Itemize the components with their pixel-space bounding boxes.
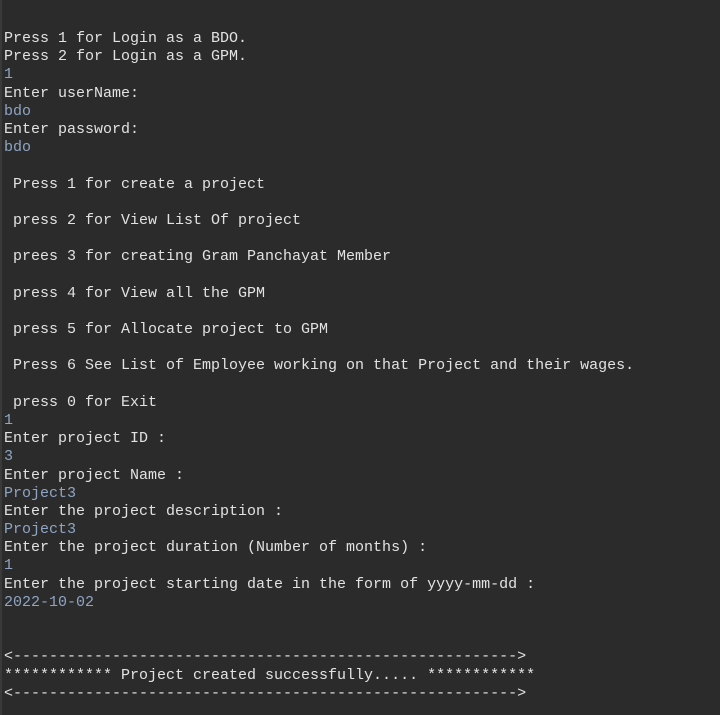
console-output-line: Enter the project duration (Number of mo… bbox=[4, 539, 428, 557]
console-output-line: press 2 for View List Of project bbox=[4, 211, 302, 229]
console-input-line: bdo bbox=[4, 102, 32, 120]
console-output-line: press 0 for Exit bbox=[4, 393, 158, 411]
console-output-line: press 5 for Allocate project to GPM bbox=[4, 321, 329, 338]
console-output-line: press 4 for View all the GPM bbox=[4, 284, 266, 302]
console-input-line: bdo bbox=[4, 139, 32, 157]
console-output-line: Enter project Name : bbox=[4, 466, 185, 484]
console-output-line: Enter password: bbox=[4, 120, 140, 138]
console-output-line: Press 6 See List of Employee working on … bbox=[4, 357, 635, 375]
console-output-line: Enter project ID : bbox=[4, 430, 167, 448]
console-output-line: Enter userName: bbox=[4, 84, 140, 102]
console-output-line: <---------------------------------------… bbox=[4, 684, 527, 702]
console-output-line: Enter the project starting date in the f… bbox=[4, 575, 536, 593]
console-output-line: Press 1 for Login as a BDO. bbox=[4, 30, 248, 47]
console-output-line: Enter the project description : bbox=[4, 502, 284, 520]
console-input-line: Project3 bbox=[4, 484, 77, 502]
console-input-line: 2022-10-02 bbox=[4, 593, 95, 611]
console-output-line: Press 2 for Login as a GPM. bbox=[4, 48, 248, 66]
console-output-line: prees 3 for creating Gram Panchayat Memb… bbox=[4, 248, 392, 266]
console-output-line: Press 1 for create a project bbox=[4, 175, 266, 193]
console-output[interactable]: Press 1 for Login as a BDO. Press 2 for L… bbox=[4, 30, 720, 703]
console-output-line: ************ Project created successfull… bbox=[4, 666, 536, 684]
console-input-line: 3 bbox=[4, 448, 14, 466]
console-input-line: Project3 bbox=[4, 521, 77, 539]
console-output-line: <---------------------------------------… bbox=[4, 648, 527, 666]
console-input-line: 1 bbox=[4, 411, 14, 429]
console-input-line: 1 bbox=[4, 66, 14, 84]
console-input-line: 1 bbox=[4, 557, 14, 575]
console-left-edge bbox=[0, 0, 2, 715]
